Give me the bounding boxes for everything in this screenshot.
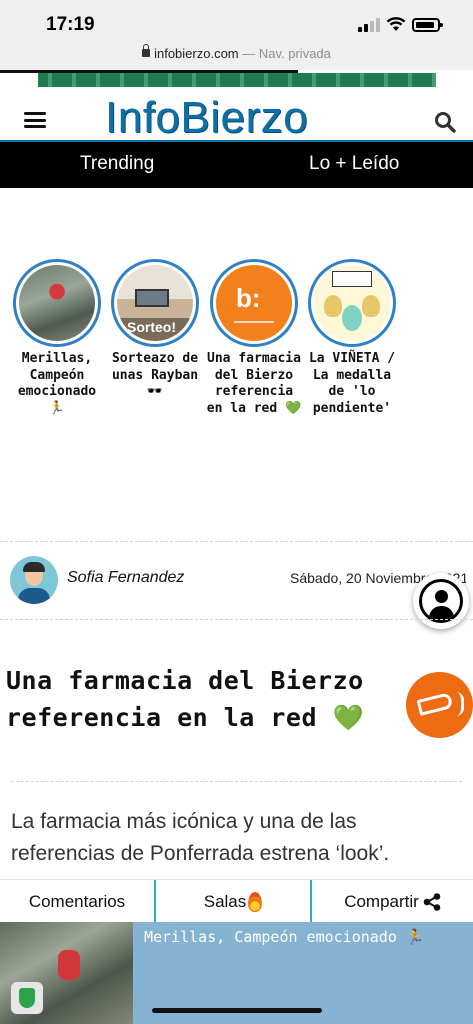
battery-icon bbox=[412, 18, 443, 32]
story-item[interactable]: Sorteo! Sorteazo de unas Rayban 🕶️ bbox=[105, 259, 205, 401]
author-avatar[interactable] bbox=[10, 556, 58, 604]
story-thumb-text: b: bbox=[236, 283, 261, 313]
stories-carousel: Merillas, Campeón emocionado 🏃 Sorteo! S… bbox=[0, 259, 473, 469]
divider bbox=[0, 619, 473, 620]
story-ring bbox=[13, 259, 101, 347]
signal-icon bbox=[358, 18, 380, 32]
address-bar[interactable]: infobierzo.com — Nav. privada bbox=[0, 44, 473, 70]
story-label: Sorteazo de unas Rayban 🕶️ bbox=[111, 351, 199, 399]
ad-banner[interactable] bbox=[38, 73, 436, 87]
status-time: 17:19 bbox=[46, 14, 95, 35]
story-ring: b: bbox=[210, 259, 298, 347]
share-label: Compartir bbox=[344, 892, 419, 911]
story-thumbnail bbox=[19, 265, 95, 341]
site-header: InfoBierzo bbox=[0, 96, 473, 142]
story-label: Merillas, Campeón emocionado 🏃 bbox=[17, 351, 97, 416]
article-title: Una farmacia del Bierzo referencia en la… bbox=[6, 666, 365, 732]
story-label: Una farmacia del Bierzo referencia en la… bbox=[206, 351, 302, 416]
search-icon[interactable] bbox=[434, 111, 456, 133]
story-item[interactable]: La VIÑETA / La medalla de 'lo pendiente' bbox=[302, 259, 402, 417]
divider bbox=[0, 541, 473, 542]
fire-icon bbox=[248, 892, 263, 912]
url-text: infobierzo.com bbox=[154, 46, 239, 61]
rooms-label: Salas bbox=[203, 892, 247, 911]
article-action-bar: Comentarios Salas Compartir bbox=[0, 879, 473, 924]
story-thumb-text: Sorteo! bbox=[127, 319, 176, 335]
story-ring: Sorteo! bbox=[111, 259, 199, 347]
tab-most-read[interactable]: Lo + Leído bbox=[309, 153, 399, 175]
tab-trending[interactable]: Trending bbox=[80, 153, 154, 175]
story-thumbnail bbox=[314, 265, 390, 341]
home-indicator bbox=[152, 1008, 322, 1013]
user-account-icon[interactable] bbox=[413, 573, 469, 629]
site-logo[interactable]: InfoBierzo bbox=[105, 96, 377, 140]
story-ring bbox=[308, 259, 396, 347]
story-thumbnail: Sorteo! bbox=[117, 265, 193, 341]
megaphone-icon[interactable] bbox=[406, 672, 473, 738]
story-label: La VIÑETA / La medalla de 'lo pendiente' bbox=[308, 351, 396, 416]
shield-icon[interactable] bbox=[11, 982, 43, 1014]
comments-label: Comentarios bbox=[28, 892, 126, 911]
story-item[interactable]: Merillas, Campeón emocionado 🏃 bbox=[7, 259, 107, 417]
menu-icon[interactable] bbox=[24, 112, 46, 128]
video-title[interactable]: Merillas, Campeón emocionado 🏃 bbox=[144, 928, 425, 946]
divider bbox=[11, 781, 462, 782]
rooms-button[interactable]: Salas bbox=[156, 880, 310, 924]
share-button[interactable]: Compartir bbox=[312, 880, 473, 924]
nav-tabs: Trending Lo + Leído bbox=[0, 142, 473, 188]
wifi-icon bbox=[386, 17, 406, 31]
comments-button[interactable]: Comentarios bbox=[0, 880, 154, 924]
story-thumbnail: b: bbox=[216, 265, 292, 341]
share-icon bbox=[423, 893, 441, 911]
lock-icon bbox=[142, 44, 151, 57]
story-item[interactable]: b: Una farmacia del Bierzo referencia en… bbox=[204, 259, 304, 417]
author-name[interactable]: Sofia Fernandez bbox=[67, 569, 184, 587]
status-bar: 17:19 bbox=[0, 0, 473, 46]
article-lead: La farmacia más icónica y una de las ref… bbox=[11, 810, 390, 865]
private-mode-label: — Nav. privada bbox=[238, 46, 331, 61]
